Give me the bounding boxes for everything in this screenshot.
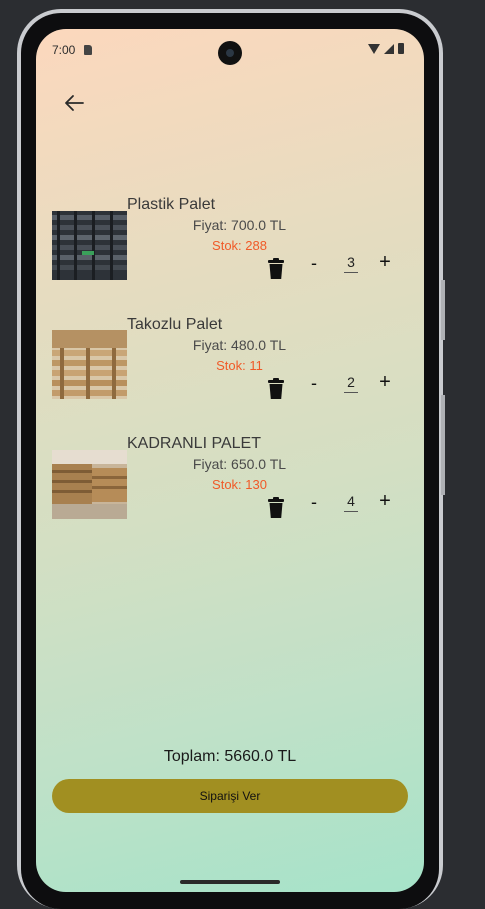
power-button	[441, 280, 445, 340]
increase-quantity-button[interactable]: +	[376, 490, 394, 514]
product-stock: Stok: 11	[216, 358, 263, 373]
back-button[interactable]	[62, 91, 86, 115]
product-name: Plastik Palet	[127, 196, 216, 213]
increase-quantity-button[interactable]: +	[376, 251, 394, 275]
battery-icon	[398, 43, 404, 54]
delete-button[interactable]	[266, 378, 286, 400]
product-price: Fiyat: 480.0 TL	[192, 337, 287, 353]
front-camera	[218, 41, 242, 65]
home-indicator[interactable]	[180, 880, 280, 884]
order-total: Toplam: 5660.0 TL	[163, 748, 297, 765]
delete-button[interactable]	[266, 258, 286, 280]
volume-button	[441, 395, 445, 495]
cart-item: Plastik Palet Fiyat: 700.0 TL Stok: 288 …	[52, 196, 412, 306]
product-image-takozlu-palet	[52, 330, 127, 399]
product-image-plastik-palet	[52, 211, 127, 280]
trash-icon	[268, 378, 284, 399]
quantity-value: 2	[344, 374, 358, 393]
signal-icon	[384, 43, 394, 54]
arrow-left-icon	[65, 95, 84, 111]
status-time: 7:00	[52, 43, 76, 57]
decrease-quantity-button[interactable]: -	[307, 253, 321, 277]
product-name: KADRANLI PALET	[127, 435, 261, 452]
product-stock: Stok: 130	[212, 477, 267, 492]
place-order-label: Siparişi Ver	[199, 789, 261, 803]
cart-item: KADRANLI PALET Fiyat: 650.0 TL Stok: 130…	[52, 435, 412, 545]
status-icons	[368, 43, 404, 54]
product-image-kadranli-palet	[52, 450, 127, 519]
quantity-value: 3	[344, 254, 358, 273]
quantity-value: 4	[344, 493, 358, 512]
app-screen: 7:00 Plastik Palet Fiyat: 700.0 TL Stok:…	[36, 29, 424, 892]
status-bar: 7:00	[36, 29, 424, 71]
decrease-quantity-button[interactable]: -	[307, 373, 321, 397]
sd-card-icon	[84, 45, 92, 55]
trash-icon	[268, 497, 284, 518]
decrease-quantity-button[interactable]: -	[307, 492, 321, 516]
product-price: Fiyat: 700.0 TL	[192, 217, 287, 233]
increase-quantity-button[interactable]: +	[376, 371, 394, 395]
product-name: Takozlu Palet	[127, 316, 223, 333]
place-order-button[interactable]: Siparişi Ver	[52, 779, 408, 813]
trash-icon	[268, 258, 284, 279]
product-stock: Stok: 288	[212, 238, 267, 253]
wifi-icon	[368, 43, 380, 54]
cart-item: Takozlu Palet Fiyat: 480.0 TL Stok: 11 -…	[52, 316, 412, 426]
product-price: Fiyat: 650.0 TL	[192, 456, 287, 472]
delete-button[interactable]	[266, 497, 286, 519]
